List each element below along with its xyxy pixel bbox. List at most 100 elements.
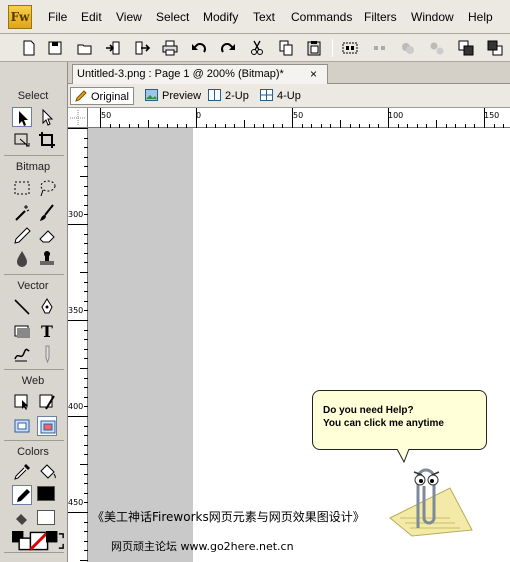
show-slices-icon[interactable] (37, 416, 57, 436)
text-tool-icon[interactable]: T (37, 321, 57, 341)
ruler-label: 50 (293, 111, 304, 120)
tools-section-select: Select (17, 90, 49, 102)
section-divider (4, 274, 64, 275)
print-icon[interactable] (161, 39, 179, 57)
vertical-ruler-ticks (68, 128, 88, 561)
fill-color-swatch[interactable] (37, 510, 55, 525)
crop-tool-icon[interactable] (37, 130, 57, 150)
hotspot-tool-icon[interactable] (12, 392, 32, 412)
default-colors-icon[interactable] (12, 531, 32, 551)
menu-modify[interactable]: Modify (203, 10, 238, 24)
marquee-tool-icon[interactable] (12, 178, 32, 198)
tab-original[interactable]: Original (70, 87, 134, 105)
paste-icon[interactable] (305, 39, 323, 57)
scale-tool-icon[interactable] (12, 130, 32, 150)
pen-tool-icon[interactable] (37, 297, 57, 317)
vertical-ruler[interactable]: 300 350 400 450 (68, 128, 88, 562)
group-icon[interactable] (341, 39, 359, 57)
pointer-tool-icon[interactable] (12, 107, 32, 127)
open-icon[interactable] (76, 39, 94, 57)
menu-help[interactable]: Help (468, 10, 493, 24)
tools-section-colors: Colors (17, 446, 49, 458)
ruler-label: 50 (101, 111, 112, 120)
lasso-tool-icon[interactable] (37, 178, 57, 198)
section-divider (4, 155, 64, 156)
tab-original-label: Original (91, 91, 129, 103)
tools-section-bitmap: Bitmap (15, 161, 51, 173)
help-bubble-line1: Do you need Help? (323, 405, 414, 416)
section-divider (4, 440, 64, 441)
tab-preview-label: Preview (162, 90, 202, 102)
stroke-color-swatch[interactable] (37, 486, 55, 501)
send-to-back-icon[interactable] (486, 39, 504, 57)
eraser-tool-icon[interactable] (37, 226, 57, 246)
ruler-label: 100 (388, 111, 404, 120)
split-icon[interactable] (428, 39, 446, 57)
menu-edit[interactable]: Edit (81, 10, 102, 24)
hide-slices-icon[interactable] (12, 416, 32, 436)
blur-tool-icon[interactable] (12, 249, 32, 269)
document-tab[interactable]: Untitled-3.png : Page 1 @ 200% (Bitmap)*… (72, 64, 328, 84)
bring-to-front-icon[interactable] (457, 39, 475, 57)
section-divider (4, 369, 64, 370)
pencil-tool-icon[interactable] (12, 226, 32, 246)
document-tab-title: Untitled-3.png : Page 1 @ 200% (Bitmap)* (77, 68, 284, 80)
ruler-label: 150 (484, 111, 500, 120)
subselection-tool-icon[interactable] (37, 107, 57, 127)
menu-window[interactable]: Window (411, 10, 454, 24)
eyedropper-tool-icon[interactable] (12, 462, 32, 482)
ruler-corner[interactable] (68, 108, 88, 128)
menu-filters[interactable]: Filters (364, 10, 397, 24)
stroke-color-pencil-icon[interactable] (12, 485, 32, 505)
no-color-icon[interactable] (29, 531, 49, 551)
paint-bucket-tool-icon[interactable] (37, 462, 57, 482)
tools-section-vector: Vector (17, 280, 49, 292)
help-speech-bubble[interactable]: Do you need Help? You can click me anyti… (312, 390, 487, 450)
slice-tool-icon[interactable] (37, 392, 57, 412)
menu-select[interactable]: Select (156, 10, 189, 24)
pasteboard[interactable] (88, 128, 193, 562)
export-icon[interactable] (133, 39, 151, 57)
horizontal-ruler[interactable]: 50 0 50 100 150 (88, 108, 510, 128)
tools-section-web: Web (21, 375, 45, 387)
copy-icon[interactable] (277, 39, 295, 57)
ruler-label: 0 (196, 111, 202, 120)
fill-color-bucket-icon[interactable] (12, 509, 32, 529)
pencil-icon (75, 90, 87, 102)
swap-colors-icon[interactable] (46, 531, 64, 549)
import-icon[interactable] (104, 39, 122, 57)
menu-bar: Fw File Edit View Select Modify Text Com… (0, 0, 510, 34)
tab-4-up[interactable]: 4-Up (257, 87, 305, 105)
ruler-label: 450 (68, 498, 84, 507)
knife-tool-icon[interactable] (37, 344, 57, 364)
toolbar-divider (332, 39, 333, 57)
tab-4-up-label: 4-Up (277, 90, 301, 102)
rectangle-tool-icon[interactable] (12, 321, 32, 341)
new-document-icon[interactable] (20, 39, 38, 57)
tab-2-up-label: 2-Up (225, 90, 249, 102)
menu-text[interactable]: Text (253, 10, 275, 24)
menu-commands[interactable]: Commands (291, 10, 352, 24)
redo-icon[interactable] (219, 39, 237, 57)
paperclip-assistant-icon[interactable] (380, 458, 475, 538)
tab-preview[interactable]: Preview (142, 87, 205, 105)
close-icon[interactable]: × (310, 65, 317, 83)
ruler-label: 350 (68, 306, 84, 315)
freeform-tool-icon[interactable] (12, 344, 32, 364)
main-toolbar (0, 34, 510, 62)
ungroup-icon[interactable] (371, 39, 389, 57)
tab-2-up[interactable]: 2-Up (205, 87, 253, 105)
rubber-stamp-tool-icon[interactable] (37, 249, 57, 269)
join-icon[interactable] (399, 39, 417, 57)
svg-text:T: T (41, 322, 53, 341)
cut-icon[interactable] (248, 39, 266, 57)
undo-icon[interactable] (190, 39, 208, 57)
magic-wand-tool-icon[interactable] (12, 203, 32, 223)
document-tab-bar: Untitled-3.png : Page 1 @ 200% (Bitmap)*… (68, 62, 510, 84)
save-icon[interactable] (46, 39, 64, 57)
menu-view[interactable]: View (116, 10, 142, 24)
view-mode-bar: Original Preview 2-Up 4-Up (68, 84, 510, 108)
line-tool-icon[interactable] (12, 297, 32, 317)
brush-tool-icon[interactable] (37, 203, 57, 223)
menu-file[interactable]: File (48, 10, 67, 24)
